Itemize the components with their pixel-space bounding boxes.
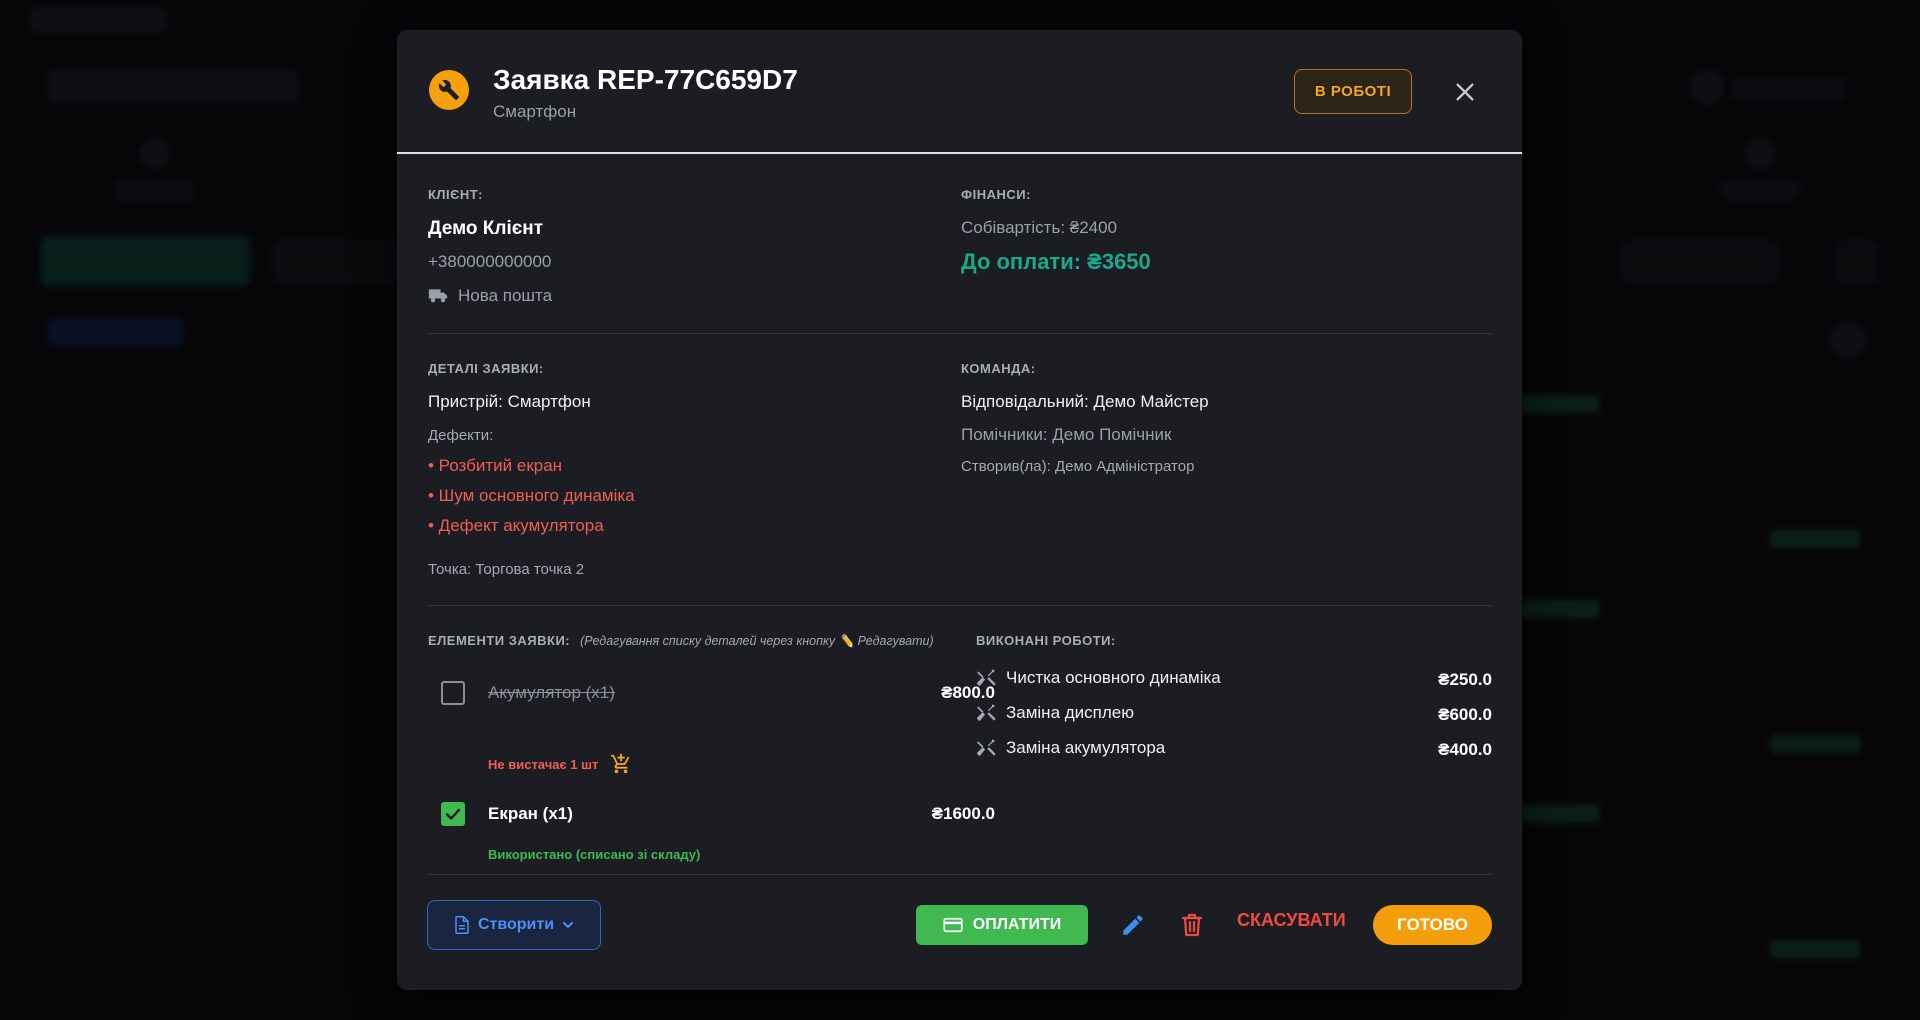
- work-name: Чистка основного динаміка: [1006, 668, 1221, 687]
- work-item: Чистка основного динаміка: [976, 668, 1221, 688]
- delivery-label: Нова пошта: [458, 286, 553, 305]
- cancel-order-button[interactable]: СКАСУВАТИ: [1237, 910, 1346, 931]
- items-section-label: ЕЛЕМЕНТИ ЗАЯВКИ:: [428, 633, 571, 648]
- edit-button[interactable]: [1115, 907, 1151, 943]
- finance-cost: Собівартість: ₴2400: [961, 218, 1118, 237]
- status-badge[interactable]: В РОБОТІ: [1294, 69, 1412, 114]
- defects-label: Дефекти:: [428, 427, 494, 444]
- tools-icon: [976, 669, 996, 686]
- tools-icon: [976, 704, 996, 721]
- details-section-label: ДЕТАЛІ ЗАЯВКИ:: [428, 361, 544, 376]
- finance-section-label: ФІНАНСИ:: [961, 187, 1031, 202]
- modal-title: Заявка REP-77C659D7: [493, 64, 798, 95]
- item-status: Не вистачає 1 шт: [488, 753, 632, 775]
- trash-icon: [1181, 913, 1203, 937]
- create-label: Створити: [477, 916, 555, 933]
- team-section-label: КОМАНДА:: [961, 361, 1036, 376]
- section-divider: [427, 874, 1492, 875]
- work-name: Заміна дисплею: [1006, 703, 1134, 722]
- pencil-icon: [1123, 915, 1143, 935]
- section-divider: [427, 333, 1492, 334]
- item-checkbox[interactable]: [441, 681, 465, 705]
- items-edit-note: (Редагування списку деталей через кнопку…: [580, 634, 934, 648]
- works-section-label: ВИКОНАНІ РОБОТИ:: [976, 633, 1116, 648]
- client-section-label: КЛІЄНТ:: [428, 187, 483, 202]
- item-shortage-text: Не вистачає 1 шт: [488, 756, 599, 772]
- team-helpers: Помічники: Демо Помічник: [961, 425, 1172, 444]
- team-creator: Створив(ла): Демо Адміністратор: [961, 458, 1195, 475]
- service-point: Точка: Торгова точка 2: [428, 561, 585, 578]
- team-responsible: Відповідальний: Демо Майстер: [961, 392, 1209, 411]
- work-name: Заміна акумулятора: [1006, 738, 1166, 757]
- modal-header: Заявка REP-77C659D7 Смартфон В РОБОТІ: [397, 30, 1522, 154]
- defect-item: • Розбитий екран: [428, 456, 563, 475]
- item-checkbox-checked[interactable]: [441, 802, 465, 826]
- item-name: Акумулятор (x1): [488, 683, 615, 702]
- tools-icon: [976, 739, 996, 756]
- device-line: Пристрій: Смартфон: [428, 392, 591, 411]
- item-name: Екран (x1): [488, 804, 573, 823]
- delete-button[interactable]: [1174, 907, 1210, 943]
- item-used-status: Використано (списано зі складу): [488, 847, 701, 862]
- client-delivery: Нова пошта: [428, 286, 552, 306]
- section-divider: [427, 605, 1492, 606]
- wrench-icon: [429, 70, 469, 110]
- work-price: ₴400.0: [1438, 740, 1492, 759]
- finance-due: До оплати: ₴3650: [961, 249, 1151, 274]
- defect-item: • Шум основного динаміка: [428, 486, 635, 505]
- credit-card-icon: [943, 917, 963, 933]
- document-icon: [455, 916, 469, 934]
- items-header: ЕЛЕМЕНТИ ЗАЯВКИ: (Редагування списку дет…: [428, 633, 934, 649]
- close-icon: [1456, 83, 1474, 101]
- work-item: Заміна дисплею: [976, 703, 1134, 723]
- check-icon: [445, 808, 461, 820]
- client-phone: +380000000000: [428, 252, 552, 271]
- add-to-cart-icon[interactable]: [610, 753, 632, 775]
- order-modal: Заявка REP-77C659D7 Смартфон В РОБОТІ КЛ…: [397, 30, 1522, 990]
- client-name: Демо Клієнт: [428, 218, 543, 239]
- create-document-button[interactable]: Створити: [427, 900, 601, 950]
- work-price: ₴250.0: [1438, 670, 1492, 689]
- done-button[interactable]: ГОТОВО: [1373, 905, 1492, 945]
- pay-button[interactable]: ОПЛАТИТИ: [916, 905, 1088, 945]
- pay-label: ОПЛАТИТИ: [972, 916, 1062, 933]
- chevron-down-icon: [563, 922, 574, 929]
- item-price: ₴1600.0: [931, 804, 995, 823]
- work-item: Заміна акумулятора: [976, 738, 1165, 758]
- work-price: ₴600.0: [1438, 705, 1492, 724]
- close-button[interactable]: [1449, 76, 1481, 108]
- modal-subtitle: Смартфон: [493, 102, 577, 121]
- truck-icon: [428, 289, 448, 303]
- defect-item: • Дефект акумулятора: [428, 516, 604, 535]
